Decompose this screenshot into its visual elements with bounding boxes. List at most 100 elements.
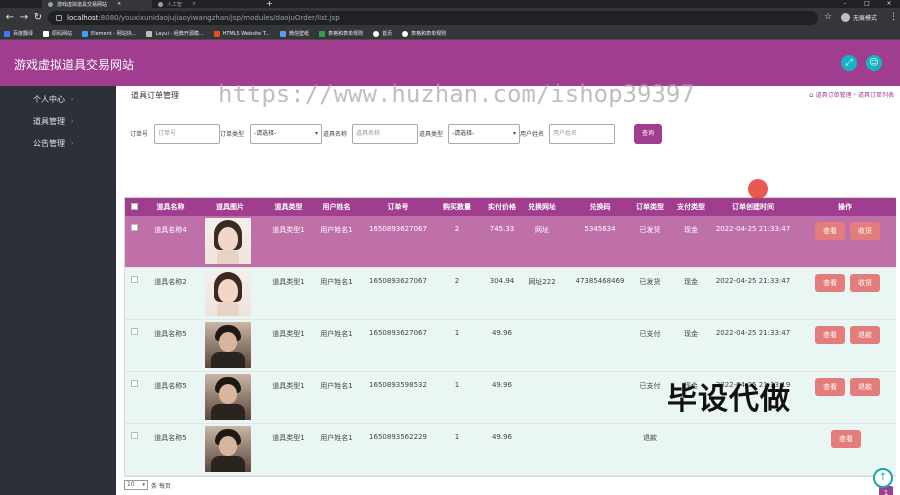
chevron-icon: › bbox=[71, 140, 74, 147]
overlay-text: 毕设代做 bbox=[667, 382, 791, 417]
user-icon[interactable]: ☺ bbox=[866, 55, 882, 71]
row-checkbox[interactable] bbox=[131, 432, 138, 439]
bookmark-label: Element - 网站快... bbox=[91, 31, 137, 37]
bookmarks-bar: 百度翻译 原码网站 Element - 网站快... Layui - 经典开源模… bbox=[0, 28, 900, 40]
col-header: 道具名称 bbox=[156, 203, 185, 211]
new-tab-icon[interactable]: + bbox=[266, 0, 273, 8]
exchange-code-cell: 5345634 bbox=[584, 225, 616, 233]
favicon-icon bbox=[48, 1, 53, 7]
close-window-icon[interactable]: × bbox=[878, 0, 900, 8]
info-icon[interactable] bbox=[56, 15, 62, 21]
bookmark-item[interactable]: Layui - 经典开源模... bbox=[146, 30, 204, 37]
page-size-select[interactable]: 10 ▾ bbox=[124, 480, 148, 490]
chevron-down-icon: ▾ bbox=[142, 482, 145, 488]
browser-menu-icon[interactable]: ⋮ bbox=[889, 12, 898, 22]
view-button[interactable]: 查看 bbox=[815, 274, 845, 292]
back-icon[interactable]: ← bbox=[4, 12, 16, 24]
user-name-cell: 用户姓名1 bbox=[320, 226, 353, 234]
profile-label: 无痕模式 bbox=[853, 15, 878, 22]
maximize-icon[interactable]: □ bbox=[856, 0, 878, 8]
bookmark-label: 原码网站 bbox=[52, 31, 73, 37]
browser-tab-active[interactable]: 游戏虚拟道具交易网站 × bbox=[42, 0, 152, 8]
view-button[interactable]: 查看 bbox=[815, 326, 845, 344]
bookmark-item[interactable]: 首页 bbox=[373, 30, 392, 37]
quantity-cell: 1 bbox=[454, 329, 460, 337]
sidebar-item-personal-center[interactable]: 个人中心 › bbox=[0, 90, 116, 110]
table-row[interactable]: 道具名称5 道具类型1 用户姓名1 1650893627067 1 49.96 … bbox=[125, 320, 896, 372]
forward-icon[interactable]: → bbox=[18, 12, 30, 24]
select-all-checkbox[interactable] bbox=[131, 203, 138, 210]
browser-tab[interactable]: 人工智 × bbox=[152, 0, 262, 8]
created-time-cell: 2022-04-25 21:33:47 bbox=[715, 225, 791, 233]
minimize-icon[interactable]: – bbox=[834, 0, 856, 8]
user-name-input[interactable]: 用户姓名 bbox=[549, 124, 615, 144]
cursor-highlight bbox=[748, 179, 768, 199]
item-type-label: 道具类型 bbox=[419, 131, 444, 138]
expand-icon[interactable]: ⤢ bbox=[841, 55, 857, 71]
bookmark-star-icon[interactable]: ☆ bbox=[824, 12, 832, 22]
bookmark-item[interactable]: 百度翻译 bbox=[4, 30, 33, 37]
user-name-placeholder: 用户姓名 bbox=[553, 130, 578, 137]
user-name-cell: 用户姓名1 bbox=[320, 382, 353, 390]
sidebar-item-item-management[interactable]: 道具管理 › bbox=[0, 112, 116, 132]
price-cell: 49.96 bbox=[491, 329, 513, 337]
bookmark-item[interactable]: HTML5 Website T... bbox=[213, 30, 271, 37]
refund-button[interactable]: 退款 bbox=[850, 326, 880, 344]
address-bar[interactable]: localhost:8080/youxixunidaojujiaoyiwangz… bbox=[48, 11, 818, 25]
bookmark-icon bbox=[402, 30, 409, 37]
item-name-cell: 道具名称5 bbox=[154, 434, 187, 442]
breadcrumb: ⌂ 道具订单管理 › 道具订单列表 bbox=[809, 90, 894, 100]
filter-bar: 订单号 订单号 订单类型 -请选择- ▾ 道具名称 道具名称 道具类型 -请选择-… bbox=[130, 124, 690, 144]
bookmark-item[interactable]: 原码网站 bbox=[43, 30, 72, 37]
order-no-placeholder: 订单号 bbox=[158, 130, 177, 137]
bookmark-item[interactable]: 表格和表单规则 bbox=[319, 30, 363, 37]
row-checkbox[interactable] bbox=[131, 224, 138, 231]
table-row[interactable]: 道具名称2 道具类型1 用户姓名1 1650893627067 2 304.94… bbox=[125, 268, 896, 320]
back-to-top-icon[interactable]: ↑ bbox=[873, 468, 893, 488]
item-name-cell: 道具名称5 bbox=[154, 330, 187, 338]
user-name-cell: 用户姓名1 bbox=[320, 330, 353, 338]
order-no-label: 订单号 bbox=[130, 131, 149, 138]
reload-icon[interactable]: ↻ bbox=[32, 12, 44, 24]
bookmark-icon bbox=[213, 30, 220, 37]
breadcrumb-item[interactable]: 道具订单管理 bbox=[816, 90, 852, 99]
order-type-label: 订单类型 bbox=[220, 131, 245, 138]
app: 游戏虚拟道具交易网站 ⤢ ☺ 个人中心 › 道具管理 › 公告管理 › 道具订单… bbox=[0, 40, 900, 495]
bookmark-item[interactable]: Element - 网站快... bbox=[82, 30, 136, 37]
bookmark-label: 首页 bbox=[382, 31, 393, 37]
table-row[interactable]: 道具名称5 道具类型1 用户姓名1 1650893562229 1 49.96 … bbox=[125, 424, 896, 476]
item-type-select[interactable]: -请选择- ▾ bbox=[448, 124, 520, 144]
row-checkbox[interactable] bbox=[131, 380, 138, 387]
home-icon[interactable]: ⌂ bbox=[809, 91, 813, 99]
profile-button[interactable]: 无痕模式 bbox=[841, 13, 877, 22]
price-cell: 49.96 bbox=[491, 433, 513, 441]
view-button[interactable]: 查看 bbox=[815, 378, 845, 396]
bookmark-label: Layui - 经典开源模... bbox=[155, 31, 204, 37]
view-button[interactable]: 查看 bbox=[831, 430, 861, 448]
table-row[interactable]: 道具名称4 道具类型1 用户姓名1 1650893627067 2 745.33… bbox=[125, 216, 896, 268]
bookmark-item[interactable]: 微信壁纸 bbox=[280, 30, 309, 37]
refund-button[interactable]: 退款 bbox=[850, 378, 880, 396]
item-name-input[interactable]: 道具名称 bbox=[352, 124, 418, 144]
close-tab-icon[interactable]: × bbox=[192, 1, 196, 7]
sidebar-item-label: 个人中心 bbox=[33, 95, 65, 104]
bookmark-label: HTML5 Website T... bbox=[222, 30, 271, 37]
view-button[interactable]: 查看 bbox=[815, 222, 845, 240]
receive-button[interactable]: 收货 bbox=[850, 274, 880, 292]
row-checkbox[interactable] bbox=[131, 328, 138, 335]
receive-button[interactable]: 收货 bbox=[850, 222, 880, 240]
breadcrumb-separator: › bbox=[853, 91, 856, 98]
pay-type-cell: 现金 bbox=[684, 226, 698, 234]
row-checkbox[interactable] bbox=[131, 276, 138, 283]
close-tab-icon[interactable]: × bbox=[117, 1, 121, 7]
sidebar-item-notice-management[interactable]: 公告管理 › bbox=[0, 134, 116, 154]
order-no-input[interactable]: 订单号 bbox=[154, 124, 220, 144]
pagination-size: 10 ▾ 条 每页 bbox=[124, 480, 171, 490]
order-type-select[interactable]: -请选择- ▾ bbox=[250, 124, 322, 144]
order-no-cell: 1650893627067 bbox=[369, 225, 427, 233]
quantity-cell: 2 bbox=[454, 225, 460, 233]
search-button[interactable]: 查询 bbox=[634, 124, 662, 144]
order-no-cell: 1650893627067 bbox=[369, 277, 427, 285]
bookmark-item[interactable]: 表格和表单规则 bbox=[402, 30, 446, 37]
sidebar-item-label: 道具管理 bbox=[33, 117, 65, 126]
